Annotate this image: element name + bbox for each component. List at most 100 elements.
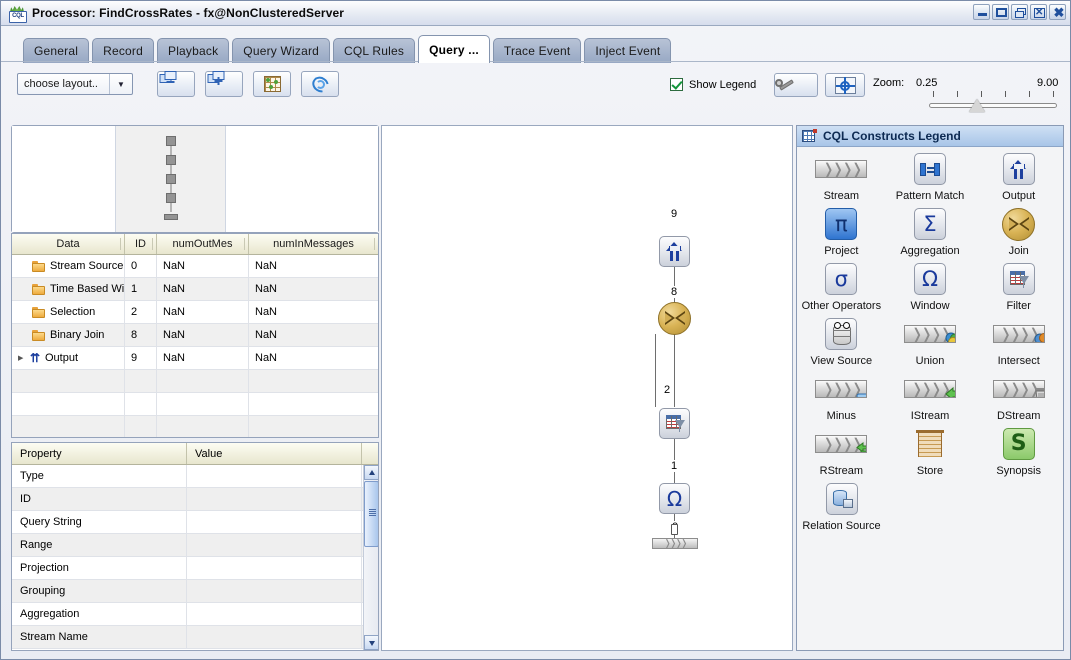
property-row[interactable]: Grouping: [12, 580, 378, 603]
table-row[interactable]: [12, 393, 378, 416]
tab-trace-event[interactable]: Trace Event: [492, 38, 582, 63]
zoom-out-button[interactable]: [157, 71, 195, 97]
data-table[interactable]: Data ID numOutMes numInMessages Stream Sour…: [11, 233, 379, 438]
legend-item-rstream[interactable]: ❭❭❭❭ RStream: [797, 422, 886, 477]
legend-item-filter[interactable]: Filter: [974, 257, 1063, 312]
zoom-slider-track[interactable]: [929, 103, 1057, 108]
legend-item-relation-source[interactable]: Relation Source: [797, 477, 886, 532]
center-view-button[interactable]: [825, 73, 865, 97]
istream-icon: ❭❭❭❭: [904, 380, 956, 398]
property-name: Aggregation: [12, 603, 187, 625]
legend-item-intersect[interactable]: ❭❭❭❭ Intersect: [974, 312, 1063, 367]
overview-viewport[interactable]: [116, 126, 226, 232]
expand-triangle-icon[interactable]: ▶: [18, 354, 28, 362]
tab-query[interactable]: Query ...: [418, 35, 490, 63]
property-value[interactable]: [187, 534, 362, 556]
show-legend-label: Show Legend: [689, 78, 757, 91]
property-value[interactable]: [187, 488, 362, 510]
graph-overview-panel[interactable]: [11, 125, 379, 233]
legend-item-dstream[interactable]: ❭❭❭❭ DStream: [974, 367, 1063, 422]
legend-item-output[interactable]: Output: [974, 147, 1063, 202]
property-row[interactable]: Range: [12, 534, 378, 557]
query-plan-canvas[interactable]: 9 8 2 1 0: [381, 125, 793, 651]
layout-select[interactable]: choose layout.. ▼: [17, 73, 133, 95]
refresh-button[interactable]: [301, 71, 339, 97]
property-row[interactable]: Aggregation: [12, 603, 378, 626]
data-column-header[interactable]: numInMessages: [249, 234, 378, 254]
legend-item-project[interactable]: π Project: [797, 202, 886, 257]
close-document-button[interactable]: ✕: [1030, 4, 1047, 20]
property-row[interactable]: Stream Name: [12, 626, 378, 649]
data-column-header[interactable]: Data: [12, 234, 125, 254]
tab-playback[interactable]: Playback: [156, 38, 230, 63]
data-cell-numout: NaN: [157, 301, 249, 323]
stream-node[interactable]: ❭❭❭❭: [652, 538, 698, 549]
zoom-slider[interactable]: [929, 91, 1057, 113]
legend-item-other-operators[interactable]: σ Other Operators: [797, 257, 886, 312]
property-column-header[interactable]: Value: [187, 443, 362, 464]
zoom-slider-thumb[interactable]: [969, 99, 986, 112]
legend-item-minus[interactable]: ❭❭❭❭ Minus: [797, 367, 886, 422]
legend-item-view-source[interactable]: View Source: [797, 312, 886, 367]
property-table-scrollbar[interactable]: [363, 465, 378, 650]
window-node[interactable]: Ω: [659, 483, 690, 514]
legend-item-stream[interactable]: ❭❭❭❭ Stream: [797, 147, 886, 202]
property-value[interactable]: [187, 465, 362, 487]
legend-item-aggregation[interactable]: Σ Aggregation: [886, 202, 975, 257]
table-row[interactable]: [12, 370, 378, 393]
tab-cql-rules[interactable]: CQL Rules: [333, 38, 416, 63]
tab-query-wizard[interactable]: Query Wizard: [232, 38, 331, 63]
table-row[interactable]: Stream Source 0 NaN NaN: [12, 255, 378, 278]
data-column-header[interactable]: ID: [125, 234, 157, 254]
property-row[interactable]: Type: [12, 465, 378, 488]
grid-badge-icon: [802, 129, 817, 143]
join-node[interactable]: [658, 302, 691, 335]
legend-item-label: Output: [1002, 190, 1036, 202]
legend-item-synopsis[interactable]: S Synopsis: [974, 422, 1063, 477]
property-column-header[interactable]: [362, 443, 378, 464]
maximize-button[interactable]: [992, 4, 1009, 20]
filter-node[interactable]: [659, 408, 690, 439]
edge-label-8: 8: [670, 286, 679, 298]
table-row[interactable]: Time Based Win 1 NaN NaN: [12, 278, 378, 301]
restore-button[interactable]: [1011, 4, 1028, 20]
property-value[interactable]: [187, 580, 362, 602]
minimize-button[interactable]: [973, 4, 990, 20]
legend-item-window[interactable]: Ω Window: [886, 257, 975, 312]
property-table[interactable]: Property Value Type ID Query String Range Pro…: [11, 442, 379, 651]
tab-general[interactable]: General: [23, 38, 90, 63]
property-column-header[interactable]: Property: [12, 443, 187, 464]
legend-item-istream[interactable]: ❭❭❭❭ IStream: [886, 367, 975, 422]
output-node[interactable]: [659, 236, 690, 267]
settings-button[interactable]: [774, 73, 818, 97]
tab-inject-event[interactable]: Inject Event: [584, 38, 672, 63]
tab-record[interactable]: Record: [92, 38, 154, 63]
property-value[interactable]: [187, 626, 362, 648]
property-value[interactable]: [187, 603, 362, 625]
scrollbar-thumb[interactable]: [364, 481, 378, 547]
legend-item-store[interactable]: Store: [886, 422, 975, 477]
stream-icon: ❭❭❭❭: [815, 160, 868, 178]
data-cell-name: [12, 393, 125, 415]
table-row[interactable]: Binary Join 8 NaN NaN: [12, 324, 378, 347]
zoom-in-button[interactable]: [205, 71, 243, 97]
show-legend-checkbox[interactable]: Show Legend: [670, 78, 756, 91]
property-row[interactable]: Projection: [12, 557, 378, 580]
table-row[interactable]: Selection 2 NaN NaN: [12, 301, 378, 324]
data-row-label: Time Based Win: [50, 283, 125, 295]
data-column-header[interactable]: numOutMes: [157, 234, 249, 254]
sigma-lower-icon: σ: [825, 263, 858, 295]
close-button[interactable]: ✖: [1049, 4, 1066, 20]
scroll-down-button[interactable]: [364, 635, 378, 650]
legend-item-union[interactable]: ❭❭❭❭ Union: [886, 312, 975, 367]
property-value[interactable]: [187, 511, 362, 533]
legend-item-join[interactable]: Join: [974, 202, 1063, 257]
table-row[interactable]: ▶ ⇈ Output 9 NaN NaN: [12, 347, 378, 370]
property-row[interactable]: ID: [12, 488, 378, 511]
property-row[interactable]: Query String: [12, 511, 378, 534]
legend-item-pattern-match[interactable]: Pattern Match: [886, 147, 975, 202]
scroll-up-button[interactable]: [364, 465, 378, 480]
table-row[interactable]: [12, 416, 378, 437]
property-value[interactable]: [187, 557, 362, 579]
fit-grid-button[interactable]: [253, 71, 291, 97]
